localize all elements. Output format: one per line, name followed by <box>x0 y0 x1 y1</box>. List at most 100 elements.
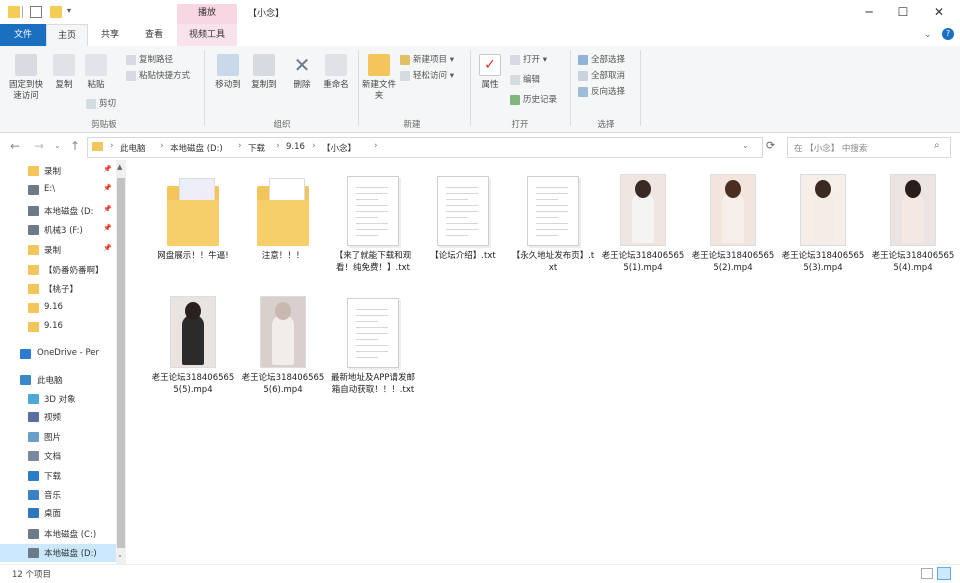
history-button[interactable]: 历史记录 <box>510 94 557 106</box>
scissors-icon <box>86 98 96 109</box>
new-item-button[interactable]: 新建项目 ▾ <box>400 54 454 66</box>
sidebar-item[interactable]: 文档 <box>0 447 116 465</box>
cut-button[interactable]: 剪切 <box>86 98 116 110</box>
tab-share[interactable]: 共享 <box>88 24 132 46</box>
sidebar-item[interactable]: 9.16 <box>0 318 116 336</box>
tab-view[interactable]: 查看 <box>132 24 176 46</box>
video-file-item[interactable]: 老王论坛3184065655(1).mp4 <box>600 170 686 274</box>
maximize-button[interactable]: ☐ <box>886 2 920 22</box>
address-bar[interactable]: › 此电脑 › 本地磁盘 (D:) › 下载 › 9.16 › 【小念】 › ⌄ <box>87 137 763 158</box>
tab-file[interactable]: 文件 <box>0 24 46 46</box>
copy-button[interactable]: 复制 <box>50 54 78 91</box>
breadcrumb-current-folder[interactable]: 【小念】 <box>322 142 356 154</box>
breadcrumb-drive-d[interactable]: 本地磁盘 (D:) <box>170 142 223 154</box>
title-bar: ▾ 播放 【小念】 ─ ☐ ✕ <box>0 0 960 24</box>
sidebar-item[interactable]: 机械3 (F:) 📌 <box>0 221 116 239</box>
rename-button[interactable]: 重命名 <box>320 54 352 91</box>
scroll-up-icon[interactable]: ▲ <box>117 163 122 171</box>
sidebar-item[interactable]: 此电脑 <box>0 371 116 389</box>
video-file-item[interactable]: 老王论坛3184065655(6).mp4 <box>240 292 326 396</box>
sidebar-item[interactable]: 图片 <box>0 428 116 446</box>
paste-label: 粘贴 <box>87 80 105 90</box>
minimize-button[interactable]: ─ <box>852 2 886 22</box>
pin-icon <box>15 54 37 76</box>
edit-button[interactable]: 编辑 <box>510 74 540 86</box>
folder-item[interactable]: 网盘展示！！牛逼! <box>150 170 236 262</box>
search-input[interactable]: 在 【小念】 中搜索 ⌕ <box>787 137 951 158</box>
new-folder-icon[interactable] <box>50 6 62 18</box>
sidebar-item-label: 下载 <box>44 472 62 482</box>
breadcrumb-9-16[interactable]: 9.16 <box>286 142 305 152</box>
properties-button[interactable]: ✓ 属性 <box>476 54 504 91</box>
drive-icon <box>28 529 39 539</box>
qat-dropdown-icon[interactable]: ▾ <box>67 6 79 18</box>
pin-icon: 📌 <box>103 165 112 173</box>
cut-label: 剪切 <box>99 99 117 109</box>
recent-dropdown-icon[interactable]: ⌄ <box>54 141 61 150</box>
close-button[interactable]: ✕ <box>922 2 956 22</box>
search-placeholder: 在 【小念】 中搜索 <box>794 144 868 154</box>
cloud-icon <box>20 349 31 359</box>
folder-item[interactable]: 注意！！！ <box>240 170 326 262</box>
details-view-icon[interactable] <box>921 568 933 579</box>
large-icons-view-icon[interactable] <box>937 567 951 580</box>
tab-home[interactable]: 主页 <box>46 24 88 46</box>
ribbon-collapse-icon[interactable]: ⌄ <box>924 30 932 40</box>
sidebar-item[interactable]: 本地磁盘 (D: 📌 <box>0 202 116 220</box>
copy-path-button[interactable]: 复制路径 <box>126 54 173 66</box>
sidebar-item[interactable]: 下载 <box>0 467 116 485</box>
breadcrumb-downloads[interactable]: 下载 <box>248 142 265 154</box>
sidebar-item[interactable]: 【奶番奶番啊】 <box>0 261 116 279</box>
video-file-item[interactable]: 老王论坛3184065655(4).mp4 <box>870 170 956 274</box>
search-icon[interactable]: ⌕ <box>934 140 940 151</box>
back-arrow-icon[interactable]: ← <box>10 139 20 153</box>
sidebar-item[interactable]: 9.16 <box>0 299 116 317</box>
help-icon[interactable]: ? <box>942 28 954 40</box>
video-file-item[interactable]: 老王论坛3184065655(2).mp4 <box>690 170 776 274</box>
breadcrumb-chevron-icon: › <box>312 141 316 151</box>
move-to-button[interactable]: 移动到 <box>212 54 244 91</box>
copy-to-button[interactable]: 复制到 <box>248 54 280 91</box>
music-icon <box>28 490 39 500</box>
sidebar-item-label: 【奶番奶番啊】 <box>44 266 104 276</box>
sidebar-item[interactable]: 录制 📌 <box>0 241 116 259</box>
refresh-icon[interactable]: ⟳ <box>766 139 775 152</box>
properties-icon[interactable] <box>30 6 42 18</box>
video-file-item[interactable]: 老王论坛3184065655(3).mp4 <box>780 170 866 274</box>
tab-video-tools[interactable]: 视频工具 <box>177 24 237 46</box>
sidebar-item[interactable]: 【桃子】 <box>0 280 116 298</box>
sidebar-item[interactable]: E:\ 📌 <box>0 181 116 199</box>
text-file-item[interactable]: 最新地址及APP请发邮箱自动获取！！！.txt <box>330 292 416 396</box>
paste-shortcut-button[interactable]: 粘贴快捷方式 <box>126 70 190 82</box>
invert-selection-button[interactable]: 反向选择 <box>578 86 625 98</box>
sidebar-item-label: 【桃子】 <box>44 285 79 295</box>
open-button[interactable]: 打开 ▾ <box>510 54 547 66</box>
address-dropdown-icon[interactable]: ⌄ <box>742 141 749 150</box>
up-arrow-icon[interactable]: ↑ <box>70 139 80 153</box>
text-file-item[interactable]: 【永久地址发布页】.txt <box>510 170 596 274</box>
sidebar-item[interactable]: 3D 对象 <box>0 390 116 408</box>
sidebar-item[interactable]: OneDrive - Pers <box>0 345 116 363</box>
sidebar-item-label: 音乐 <box>44 491 62 501</box>
paste-button[interactable]: 粘贴 <box>82 54 110 91</box>
select-all-button[interactable]: 全部选择 <box>578 54 625 66</box>
delete-button[interactable]: ✕ 删除 <box>288 54 316 91</box>
sidebar-item[interactable]: 录制 📌 <box>0 162 116 180</box>
text-file-item[interactable]: 【论坛介绍】.txt <box>420 170 506 262</box>
sidebar-item[interactable]: 视频 <box>0 408 116 426</box>
easy-access-button[interactable]: 轻松访问 ▾ <box>400 70 454 82</box>
sidebar-item[interactable]: 本地磁盘 (D:) <box>0 544 116 562</box>
text-file-item[interactable]: 【来了就能下载和观看！纯免费！】.txt <box>330 170 416 274</box>
breadcrumb-this-pc[interactable]: 此电脑 <box>120 142 146 154</box>
video-file-item[interactable]: 老王论坛3184065655(5).mp4 <box>150 292 236 396</box>
sidebar-item[interactable]: 桌面 <box>0 504 116 522</box>
pin-quick-access-button[interactable]: 固定到快速访问 <box>6 54 46 102</box>
sidebar-item[interactable]: 本地磁盘 (C:) <box>0 525 116 543</box>
scrollbar-thumb[interactable] <box>117 178 125 548</box>
scroll-down-icon[interactable]: ⌄ <box>117 551 123 559</box>
new-folder-button[interactable]: 新建文件夹 <box>362 54 396 102</box>
select-none-button[interactable]: 全部取消 <box>578 70 625 82</box>
sidebar-item[interactable]: 音乐 <box>0 486 116 504</box>
copy-path-icon <box>126 54 136 65</box>
forward-arrow-icon[interactable]: → <box>34 139 44 153</box>
